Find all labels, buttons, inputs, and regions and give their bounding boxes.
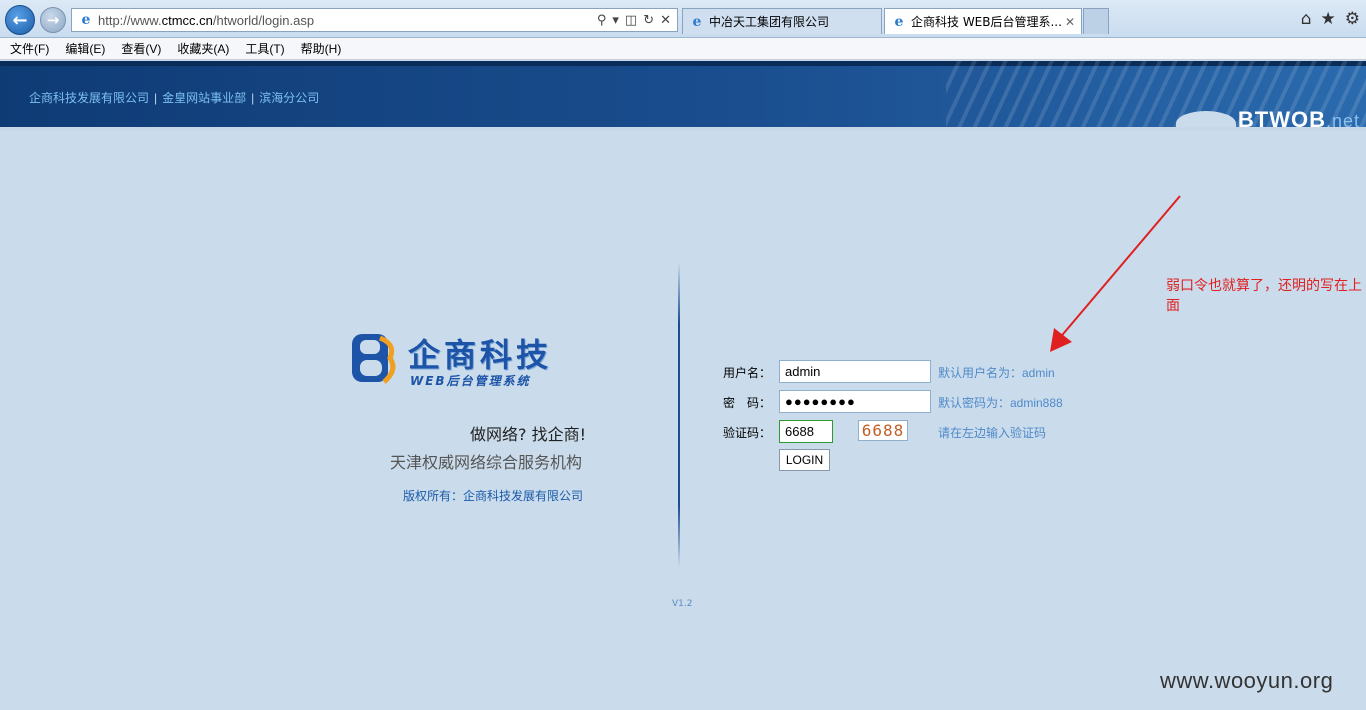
- menu-bar: 文件(F) 编辑(E) 查看(V) 收藏夹(A) 工具(T) 帮助(H): [0, 38, 1366, 60]
- arrow-right-icon: →: [46, 11, 60, 29]
- forward-button[interactable]: →: [40, 7, 66, 33]
- annotation-arrow: [1050, 195, 1181, 352]
- ie-icon: e: [894, 13, 904, 30]
- dropdown-icon[interactable]: ▾: [612, 13, 619, 28]
- password-input[interactable]: ●●●●●●●●: [779, 390, 931, 413]
- browser-toolbar: ← → e http://www.ctmcc.cn/htworld/login.…: [0, 0, 1366, 38]
- back-button[interactable]: ←: [5, 5, 35, 35]
- page-header: 企商科技发展有限公司 | 金皇网站事业部 | 滨海分公司 BTWOB.net: [0, 61, 1366, 131]
- username-hint: 默认用户名为：admin: [938, 366, 1055, 380]
- captcha-input[interactable]: 6688: [779, 420, 833, 443]
- username-label: 用户名：: [723, 366, 772, 380]
- menu-view[interactable]: 查看(V): [121, 40, 161, 57]
- compat-view-icon[interactable]: ◫: [625, 13, 637, 28]
- menu-help[interactable]: 帮助(H): [301, 40, 342, 57]
- star-icon[interactable]: ★: [1321, 9, 1336, 29]
- url-prefix: http://www.: [98, 12, 162, 28]
- slogan: 做网络? 找企商!: [470, 425, 586, 444]
- close-icon[interactable]: ✕: [1065, 15, 1075, 29]
- logo-name: 企商科技: [408, 336, 553, 374]
- login-button[interactable]: LOGIN: [779, 449, 830, 471]
- version-label: V1.2: [672, 599, 693, 609]
- url-text[interactable]: http://www.ctmcc.cn/htworld/login.asp: [98, 13, 314, 28]
- ie-icon: e: [81, 12, 91, 28]
- menu-tools[interactable]: 工具(T): [245, 40, 284, 57]
- header-links: 企商科技发展有限公司 | 金皇网站事业部 | 滨海分公司: [29, 89, 319, 106]
- logo-subtitle: WEB后台管理系统: [410, 374, 531, 388]
- url-path: /htworld/login.asp: [212, 12, 315, 28]
- copyright: 版权所有：企商科技发展有限公司: [403, 489, 584, 503]
- tab-login[interactable]: e 企商科技 WEB后台管理系... ✕: [884, 8, 1082, 34]
- product-logo: 企商科技 WEB后台管理系统: [350, 330, 590, 390]
- separator: |: [154, 91, 158, 105]
- annotation-text: 弱口令也就算了，还明的写在上面: [1166, 278, 1362, 314]
- captcha-image[interactable]: 6688: [858, 420, 908, 441]
- stop-icon[interactable]: ✕: [660, 13, 671, 28]
- address-bar[interactable]: e http://www.ctmcc.cn/htworld/login.asp …: [71, 8, 678, 32]
- header-link-binhai[interactable]: 滨海分公司: [259, 91, 319, 105]
- tab-ctmcc[interactable]: e 中冶天工集团有限公司: [682, 8, 882, 34]
- tab-title: 中冶天工集团有限公司: [709, 15, 830, 29]
- gear-icon[interactable]: ⚙: [1345, 9, 1360, 29]
- header-link-company[interactable]: 企商科技发展有限公司: [29, 91, 149, 105]
- arrow-left-icon: ←: [12, 9, 28, 31]
- header-bottomline: [0, 127, 1366, 131]
- vertical-divider: [678, 262, 680, 567]
- username-input[interactable]: admin: [779, 360, 931, 383]
- browser-actions: ⌂ ★ ⚙: [1301, 9, 1360, 29]
- menu-favorites[interactable]: 收藏夹(A): [177, 40, 229, 57]
- menu-edit[interactable]: 编辑(E): [65, 40, 105, 57]
- password-hint: 默认密码为：admin888: [938, 396, 1063, 410]
- b-logo-icon: [352, 334, 396, 384]
- captcha-hint: 请在左边输入验证码: [938, 426, 1047, 440]
- new-tab-button[interactable]: [1083, 8, 1109, 34]
- url-host: ctmcc.cn: [161, 12, 213, 28]
- menu-file[interactable]: 文件(F): [10, 40, 49, 57]
- ie-icon: e: [692, 13, 702, 30]
- separator: |: [251, 91, 255, 105]
- header-link-jinhuang[interactable]: 金皇网站事业部: [162, 91, 246, 105]
- search-icon[interactable]: ⚲: [597, 13, 607, 28]
- tagline: 天津权威网络综合服务机构: [390, 453, 583, 472]
- refresh-icon[interactable]: ↻: [643, 13, 654, 28]
- tab-title: 企商科技 WEB后台管理系...: [911, 15, 1062, 29]
- watermark: www.wooyun.org: [1160, 668, 1334, 693]
- address-tools: ⚲ ▾ ◫ ↻ ✕: [597, 13, 677, 28]
- captcha-label: 验证码：: [723, 426, 772, 440]
- password-label: 密 码：: [723, 396, 772, 410]
- home-icon[interactable]: ⌂: [1301, 9, 1312, 29]
